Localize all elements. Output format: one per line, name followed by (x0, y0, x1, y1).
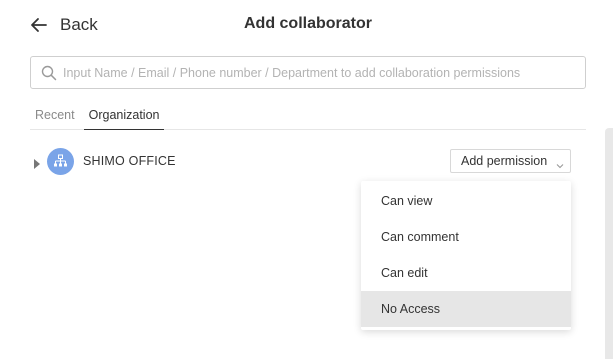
caret-right-icon[interactable] (33, 156, 41, 169)
menu-item-can-view[interactable]: Can view (361, 183, 571, 219)
search-input[interactable] (63, 65, 563, 80)
search-box[interactable] (30, 56, 586, 89)
menu-item-no-access[interactable]: No Access (361, 291, 571, 327)
menu-item-can-comment[interactable]: Can comment (361, 219, 571, 255)
page-title: Add collaborator (243, 15, 372, 32)
avatar (47, 147, 74, 175)
tab-bar: Recent Organization (30, 103, 586, 130)
add-permission-button[interactable]: Add permission (450, 149, 571, 173)
menu-item-can-edit[interactable]: Can edit (361, 255, 571, 291)
tab-recent[interactable]: Recent (30, 103, 80, 130)
scrollbar[interactable] (605, 128, 613, 359)
add-permission-label: Add permission (461, 154, 548, 168)
org-chart-icon (54, 154, 67, 166)
permission-menu: Can view Can comment Can edit No Access (361, 181, 571, 330)
tab-organization[interactable]: Organization (83, 103, 165, 130)
organization-name: SHIMO OFFICE (83, 154, 176, 168)
search-icon (41, 65, 57, 81)
chevron-down-icon (556, 158, 564, 169)
